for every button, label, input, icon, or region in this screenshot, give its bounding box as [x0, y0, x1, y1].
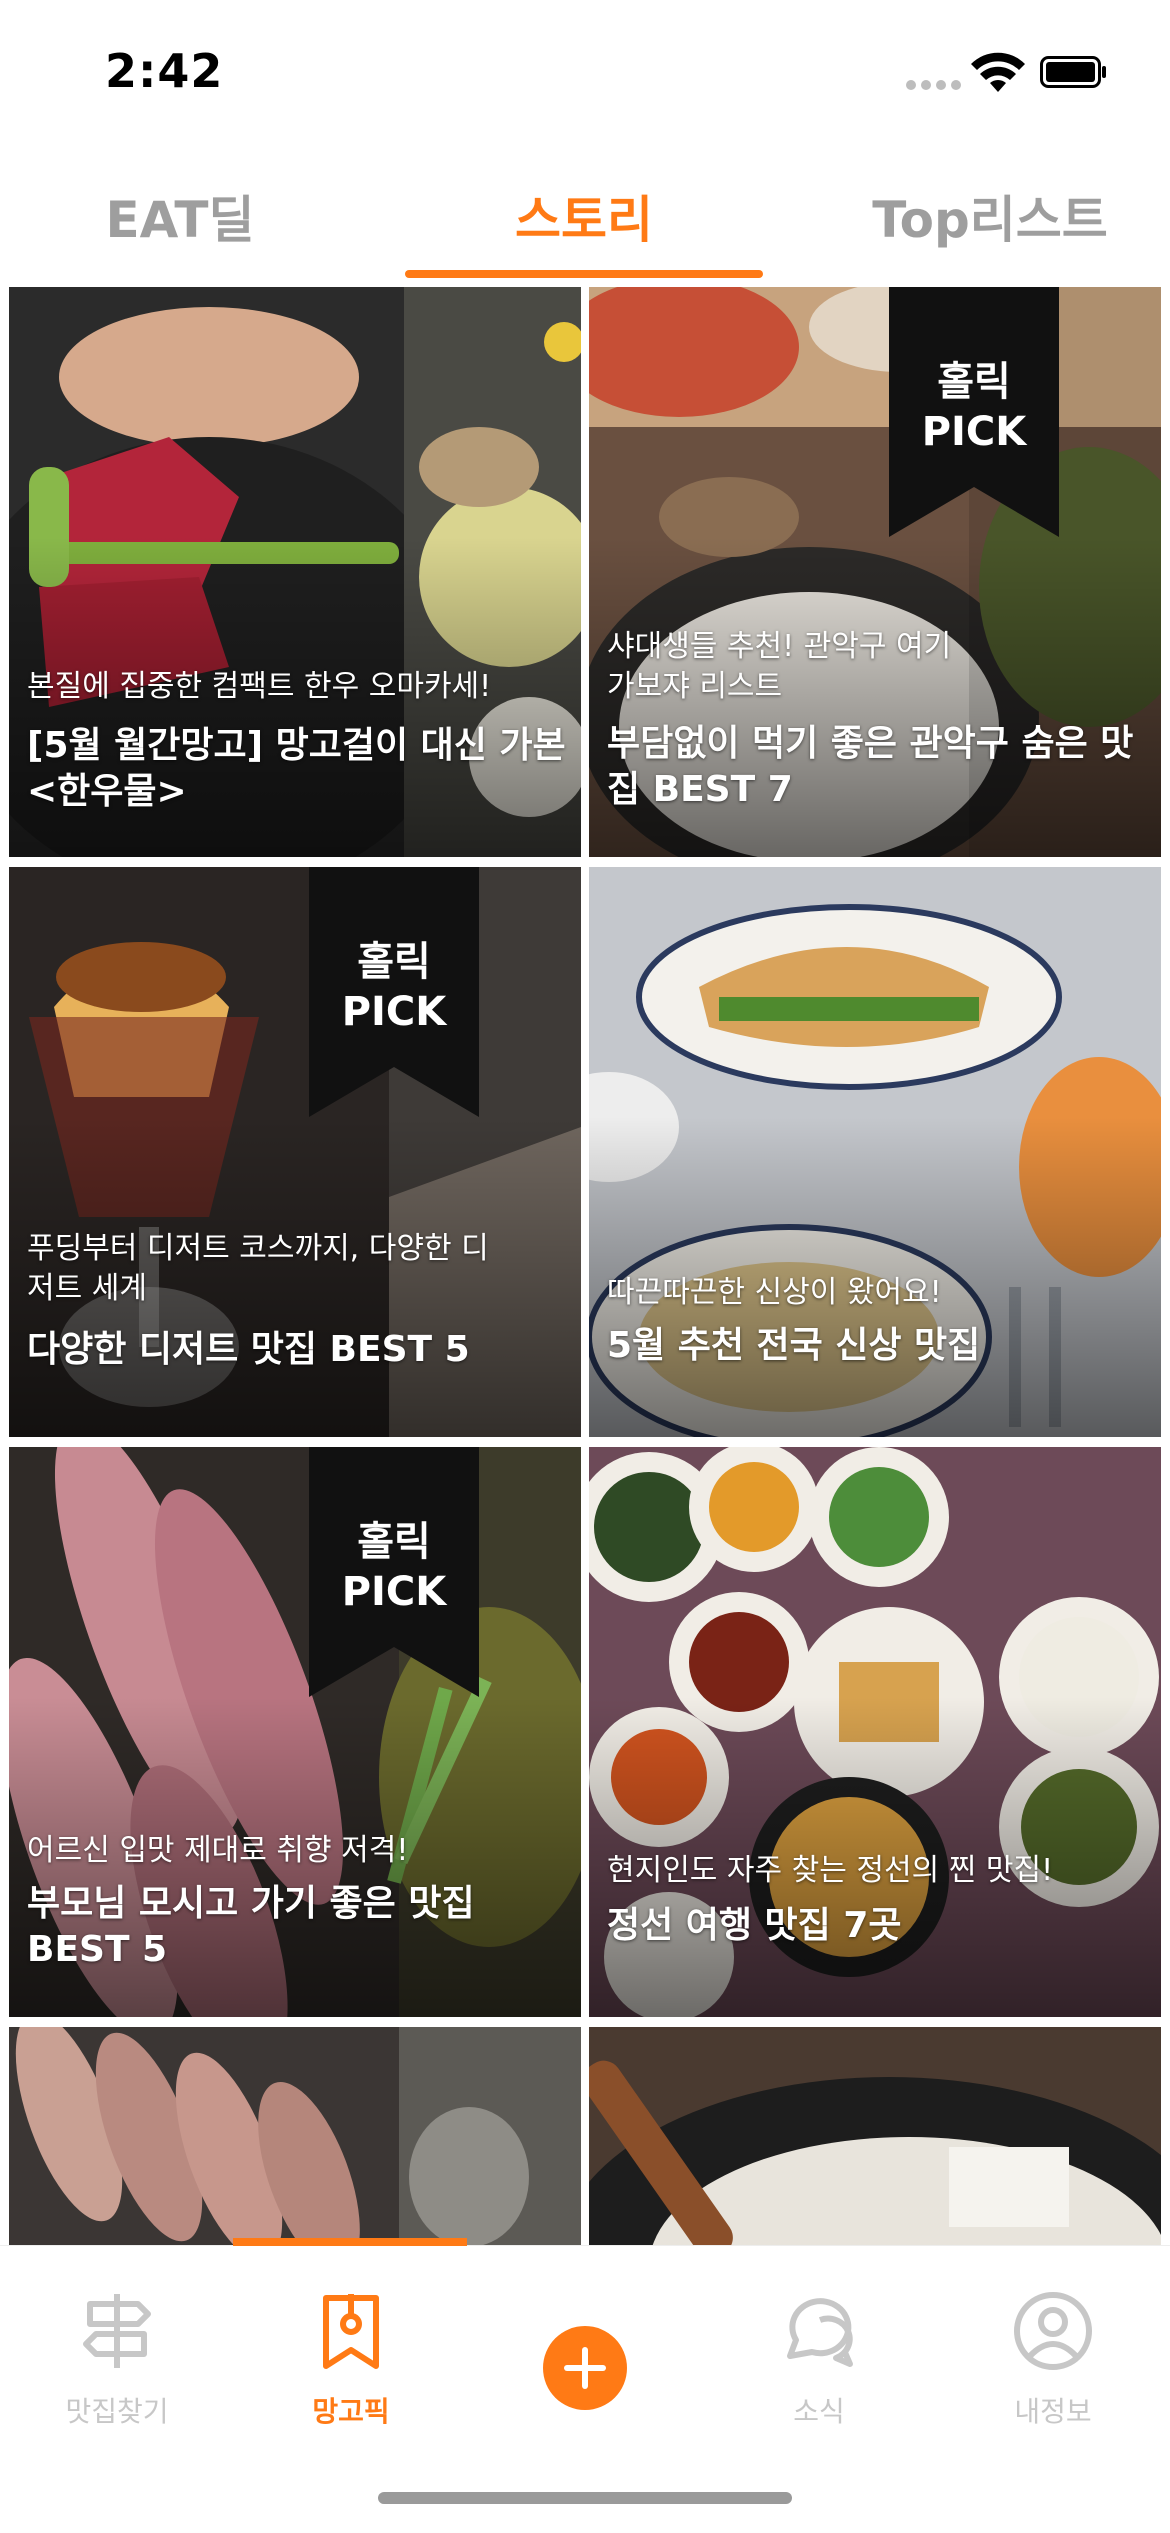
card-subtitle: 어르신 입맛 제대로 취향 저격! — [27, 1833, 409, 1868]
top-tab-bar: EAT딜 스토리 Top리스트 — [0, 150, 1170, 280]
nav-my-info[interactable]: 내정보 — [936, 2286, 1170, 2430]
tab-eat-deal[interactable]: EAT딜 — [10, 180, 350, 252]
bookmark-pin-icon — [323, 2294, 379, 2369]
active-tab-indicator — [405, 270, 763, 278]
story-card[interactable]: 현지인도 자주 찾는 정선의 찐 맛집! 정선 여행 맛집 7곳 — [589, 1447, 1161, 2017]
status-time: 2:42 — [105, 44, 224, 98]
holic-pick-badge: 홀릭 PICK — [341, 939, 447, 1035]
nav-label: 맛집찾기 — [65, 2395, 169, 2428]
battery-icon — [1040, 56, 1106, 88]
story-card[interactable]: 본질에 집중한 컴팩트 한우 오마카세! [5월 월간망고] 망고걸이 대신 가… — [9, 287, 581, 857]
card-image — [9, 2027, 581, 2245]
nav-mango-pick[interactable]: 망고픽 — [234, 2286, 468, 2430]
card-title: 부담없이 먹기 좋은 관악구 숨은 맛집 BEST 7 — [607, 723, 1134, 810]
add-button[interactable] — [543, 2326, 627, 2410]
holic-pick-badge: 홀릭 PICK — [921, 359, 1027, 455]
status-bar: 2:42 — [0, 0, 1170, 140]
add-icon — [564, 2347, 606, 2389]
story-grid: 본질에 집중한 컴팩트 한우 오마카세! [5월 월간망고] 망고걸이 대신 가… — [0, 285, 1170, 2245]
card-subtitle: 푸딩부터 디저트 코스까지, 다양한 디저트 세계 — [27, 1231, 489, 1306]
card-image — [589, 2027, 1161, 2245]
story-card[interactable]: 따끈따끈한 신상이 왔어요! 5월 추천 전국 신상 맛집 — [589, 867, 1161, 1437]
nav-label: 내정보 — [1014, 2395, 1092, 2428]
card-title: 정선 여행 맛집 7곳 — [607, 1905, 902, 1946]
nav-news[interactable]: 소식 — [702, 2286, 936, 2430]
tab-story[interactable]: 스토리 — [414, 180, 754, 252]
story-card[interactable]: 홀릭 PICK 어르신 입맛 제대로 취향 저격! 부모님 모시고 가기 좋은 맛… — [9, 1447, 581, 2017]
nav-find-restaurants[interactable]: 맛집찾기 — [0, 2286, 234, 2430]
story-card[interactable] — [589, 2027, 1161, 2245]
cellular-signal-icon — [906, 80, 962, 94]
card-title: [5월 월간망고] 망고걸이 대신 가본 <한우물> — [27, 725, 566, 812]
active-nav-indicator — [233, 2238, 467, 2246]
home-indicator[interactable] — [378, 2492, 792, 2504]
card-subtitle: 따끈따끈한 신상이 왔어요! — [607, 1275, 942, 1310]
story-card[interactable]: 홀릭 PICK 푸딩부터 디저트 코스까지, 다양한 디저트 세계 다양한 디저트… — [9, 867, 581, 1437]
card-title: 5월 추천 전국 신상 맛집 — [607, 1325, 981, 1366]
tab-top-list[interactable]: Top리스트 — [820, 180, 1160, 252]
story-card[interactable]: 홀릭 PICK 샤대생들 추천! 관악구 여기 가보쟈 리스트 부담없이 먹기 좋… — [589, 287, 1161, 857]
card-title: 다양한 디저트 맛집 BEST 5 — [27, 1329, 470, 1370]
wifi-icon — [971, 52, 1025, 92]
chat-bubble-icon — [787, 2298, 853, 2367]
signpost-icon — [83, 2294, 151, 2368]
card-subtitle: 현지인도 자주 찾는 정선의 찐 맛집! — [607, 1853, 1054, 1888]
bottom-navigation: 맛집찾기 망고픽 소식 내정보 — [0, 2238, 1170, 2533]
card-title: 부모님 모시고 가기 좋은 맛집 BEST 5 — [27, 1883, 475, 1970]
holic-pick-badge: 홀릭 PICK — [341, 1519, 447, 1615]
nav-label: 소식 — [793, 2395, 845, 2428]
card-subtitle: 본질에 집중한 컴팩트 한우 오마카세! — [27, 669, 492, 704]
nav-label: 망고픽 — [312, 2395, 390, 2428]
profile-icon — [1014, 2292, 1092, 2370]
story-card[interactable] — [9, 2027, 581, 2245]
card-subtitle: 샤대생들 추천! 관악구 여기 가보쟈 리스트 — [607, 629, 952, 704]
